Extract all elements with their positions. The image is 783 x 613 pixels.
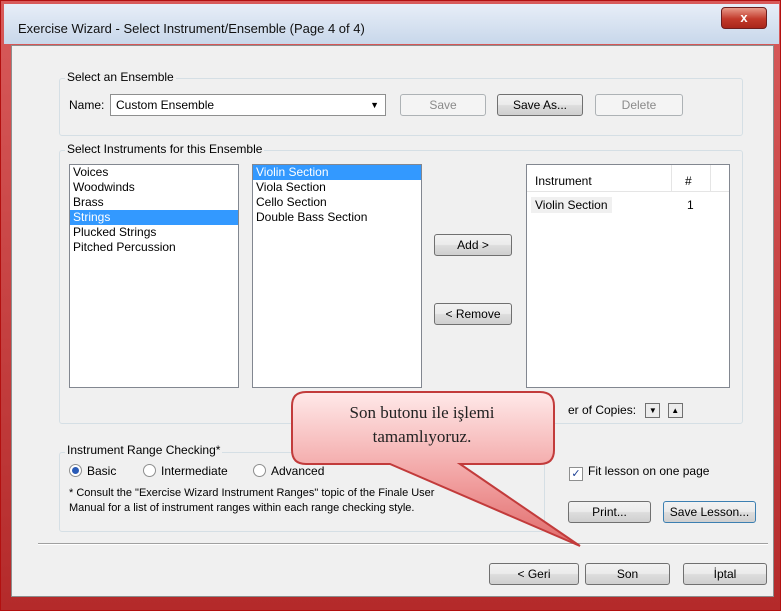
callout-line: tamamlıyoruz. xyxy=(372,427,472,446)
range-option-intermediate[interactable]: Intermediate xyxy=(143,464,228,478)
save-as-button[interactable]: Save As... xyxy=(497,94,583,116)
range-option-advanced[interactable]: Advanced xyxy=(253,464,324,478)
title-bar[interactable]: Exercise Wizard - Select Instrument/Ense… xyxy=(4,4,779,44)
range-option-basic[interactable]: Basic xyxy=(69,464,116,478)
list-item[interactable]: Brass xyxy=(70,195,238,210)
window-frame: Exercise Wizard - Select Instrument/Ense… xyxy=(0,0,781,611)
list-item[interactable]: Viola Section xyxy=(253,180,421,195)
ensemble-name-label: Name: xyxy=(69,98,105,112)
list-item-selected[interactable]: Strings xyxy=(70,210,238,225)
list-item[interactable]: Double Bass Section xyxy=(253,210,421,225)
list-item[interactable]: Woodwinds xyxy=(70,180,238,195)
callout-line: Son butonu ile işlemi xyxy=(349,403,495,422)
add-button[interactable]: Add > xyxy=(434,234,512,256)
range-note-line: * Consult the "Exercise Wizard Instrumen… xyxy=(69,487,435,499)
callout-text: Son butonu ile işlemi tamamlıyoruz. xyxy=(290,392,554,464)
family-list[interactable]: Voices Woodwinds Brass Strings Plucked S… xyxy=(69,164,239,388)
remove-button[interactable]: < Remove xyxy=(434,303,512,325)
table-cell-count: 1 xyxy=(687,198,694,212)
fit-lesson-label: Fit lesson on one page xyxy=(588,464,710,478)
back-button[interactable]: < Geri xyxy=(489,563,579,585)
footer-divider xyxy=(38,543,768,545)
delete-button[interactable]: Delete xyxy=(595,94,683,116)
list-item[interactable]: Pitched Percussion xyxy=(70,240,238,255)
column-divider xyxy=(671,165,672,191)
cancel-button[interactable]: İptal xyxy=(683,563,767,585)
list-item[interactable]: Cello Section xyxy=(253,195,421,210)
copies-label: er of Copies: xyxy=(568,403,637,417)
save-button[interactable]: Save xyxy=(400,94,486,116)
instruments-group-label: Select Instruments for this Ensemble xyxy=(65,142,265,156)
list-item-selected[interactable]: Violin Section xyxy=(253,165,421,180)
column-header-instrument[interactable]: Instrument xyxy=(535,174,592,188)
decrease-copies-button[interactable]: ▼ xyxy=(645,403,661,419)
range-option-label: Basic xyxy=(87,464,117,478)
fit-lesson-checkbox[interactable]: ✓ Fit lesson on one page xyxy=(569,464,709,481)
ensemble-instrument-table[interactable]: Instrument # Violin Section 1 xyxy=(526,164,730,388)
ensemble-group-label: Select an Ensemble xyxy=(65,70,176,84)
table-header: Instrument # xyxy=(527,165,729,192)
radio-selected-icon[interactable] xyxy=(69,464,82,477)
increase-copies-button[interactable]: ▲ xyxy=(667,403,683,419)
finish-button[interactable]: Son xyxy=(585,563,670,585)
radio-icon[interactable] xyxy=(253,464,266,477)
table-cell-instrument: Violin Section xyxy=(531,197,612,213)
section-list[interactable]: Violin Section Viola Section Cello Secti… xyxy=(252,164,422,388)
chevron-down-icon: ▼ xyxy=(370,100,379,110)
ensemble-name-dropdown[interactable]: Custom Ensemble ▼ xyxy=(110,94,386,116)
list-item[interactable]: Plucked Strings xyxy=(70,225,238,240)
copies-control: er of Copies: ▼ ▲ xyxy=(568,403,683,419)
range-note-line: Manual for a list of instrument ranges w… xyxy=(69,502,415,514)
column-divider xyxy=(710,165,711,191)
save-lesson-button[interactable]: Save Lesson... xyxy=(663,501,756,523)
radio-icon[interactable] xyxy=(143,464,156,477)
dialog-client-area: Select an Ensemble Name: Custom Ensemble… xyxy=(11,45,774,597)
range-option-label: Intermediate xyxy=(161,464,228,478)
list-item[interactable]: Voices xyxy=(70,165,238,180)
ensemble-name-value: Custom Ensemble xyxy=(116,98,215,112)
window-title: Exercise Wizard - Select Instrument/Ense… xyxy=(18,21,365,36)
close-button[interactable]: x xyxy=(721,7,767,29)
table-row[interactable]: Violin Section 1 xyxy=(531,197,723,213)
column-header-count[interactable]: # xyxy=(685,174,692,188)
range-note: * Consult the "Exercise Wizard Instrumen… xyxy=(69,486,434,516)
range-checking-label: Instrument Range Checking* xyxy=(65,443,223,457)
range-option-label: Advanced xyxy=(271,464,325,478)
checkmark-icon[interactable]: ✓ xyxy=(569,467,583,481)
print-button[interactable]: Print... xyxy=(568,501,651,523)
